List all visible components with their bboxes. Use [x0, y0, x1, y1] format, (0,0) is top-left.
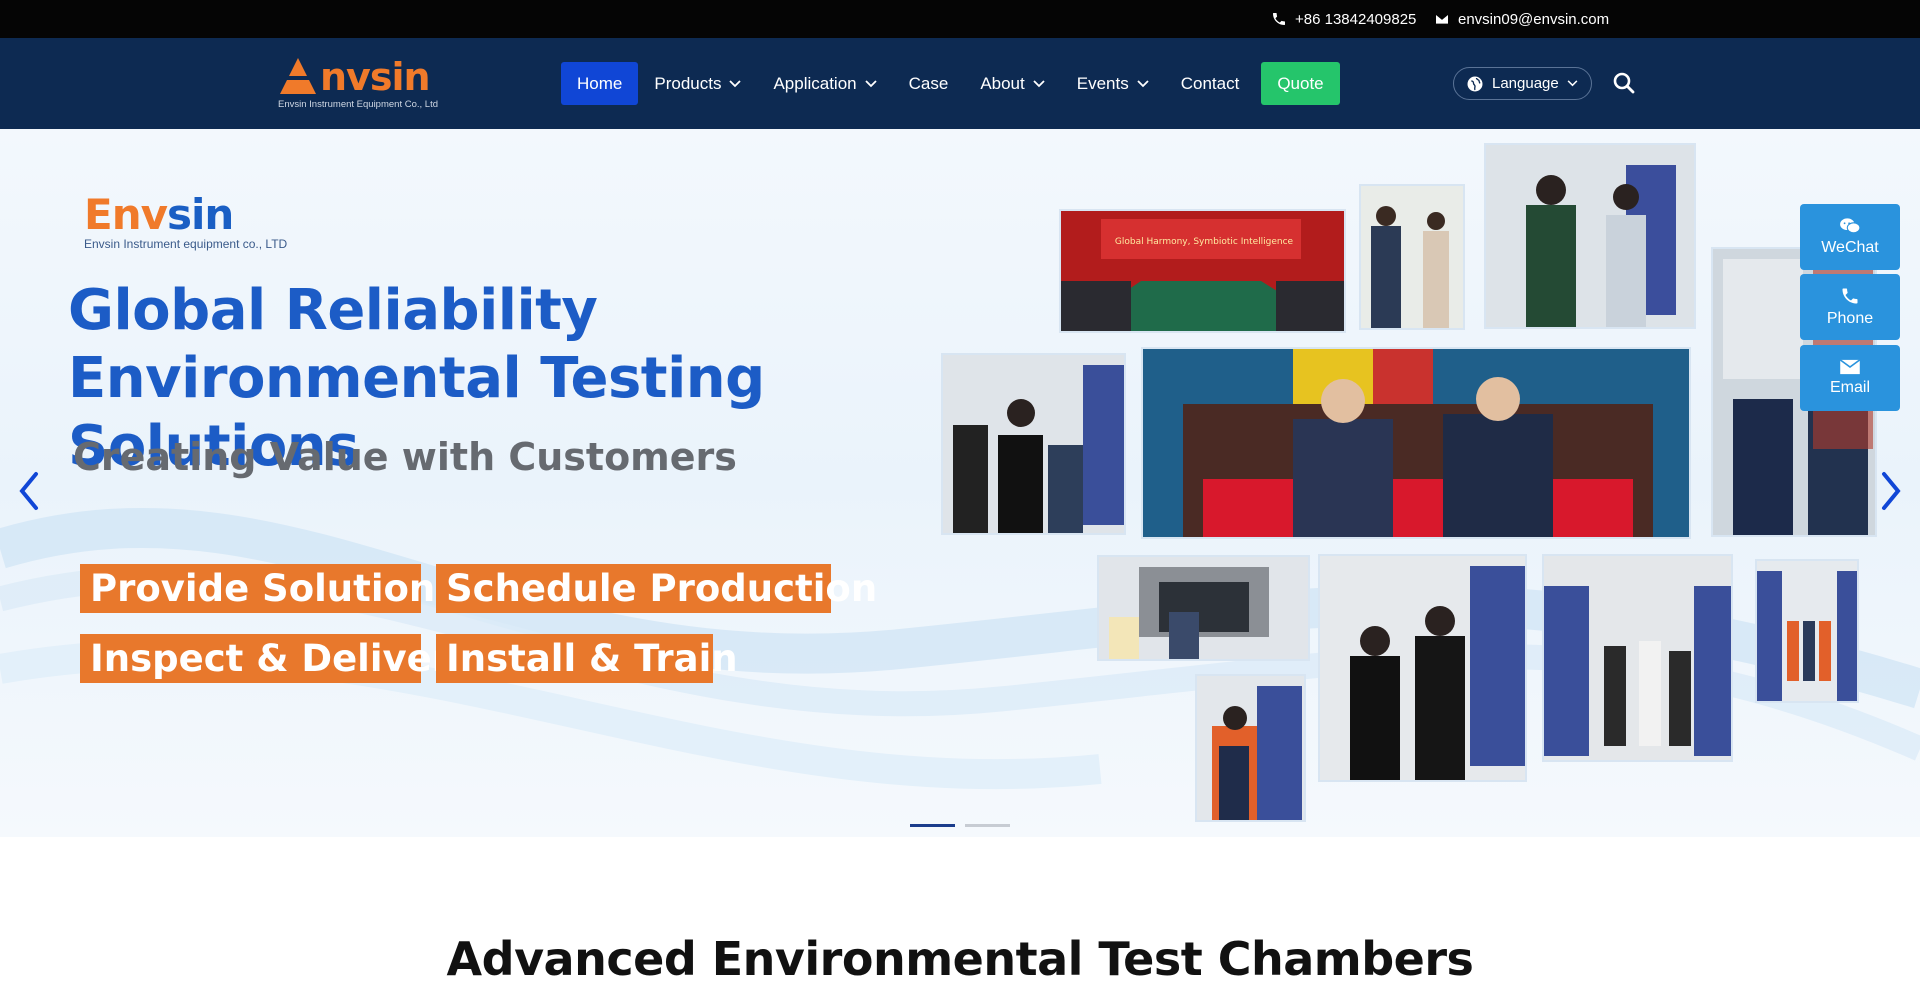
mail-icon — [1839, 359, 1861, 375]
wechat-label: WeChat — [1821, 239, 1879, 256]
topbar-phone-text: +86 13842409825 — [1295, 10, 1417, 28]
site-logo[interactable]: nvsin Envsin Instrument Equipment Co., L… — [276, 54, 446, 114]
photo-chamber-inspection — [1484, 143, 1696, 329]
language-label: Language — [1492, 75, 1559, 92]
language-selector[interactable]: Language — [1453, 67, 1592, 100]
wechat-icon — [1840, 218, 1861, 234]
chevron-down-icon — [729, 79, 742, 87]
nav-about-label: About — [980, 73, 1025, 93]
chevron-down-icon — [1033, 79, 1045, 87]
phone-icon — [1273, 13, 1285, 25]
nav-contact[interactable]: Contact — [1165, 62, 1256, 105]
top-contact-bar: +86 13842409825 envsin09@envsin.com — [0, 0, 1920, 38]
photo-meeting-room: Global Harmony, Symbiotic Intelligence — [1059, 209, 1346, 333]
globe-icon — [1467, 76, 1483, 91]
email-widget[interactable]: Email — [1800, 345, 1900, 411]
hero-subhead: Creating Value with Customers — [73, 435, 737, 479]
hero-logo-tagline: Envsin Instrument equipment co., LTD — [84, 237, 288, 251]
photo-factory-floor — [1542, 554, 1733, 762]
email-widget-label: Email — [1829, 379, 1870, 396]
topbar-email[interactable]: envsin09@envsin.com — [1434, 0, 1609, 38]
hero-logo-word-b: sin — [166, 190, 234, 239]
nav-case[interactable]: Case — [893, 62, 965, 105]
logo-wordmark: nvsin — [320, 55, 431, 99]
nav-events[interactable]: Events — [1061, 62, 1165, 105]
phone-widget[interactable]: Phone — [1800, 274, 1900, 340]
logo-tagline: Envsin Instrument Equipment Co., Ltd — [278, 99, 438, 110]
service-pill: Provide Solutions — [80, 564, 457, 613]
hero-carousel: Envsin Envsin Instrument equipment co., … — [0, 129, 1920, 837]
carousel-pagination — [910, 824, 1010, 827]
nav-quote-label: Quote — [1277, 73, 1324, 93]
wechat-widget[interactable]: WeChat — [1800, 204, 1900, 270]
carousel-next-arrow[interactable] — [1876, 466, 1906, 516]
chevron-down-icon — [864, 79, 877, 87]
hero-logo-word-a: Env — [84, 190, 168, 239]
section-title: Advanced Environmental Test Chambers — [446, 932, 1474, 986]
mail-icon — [1434, 13, 1450, 25]
photo-engineers — [941, 353, 1126, 535]
nav-about[interactable]: About — [964, 62, 1060, 105]
phone-icon — [1842, 288, 1858, 304]
carousel-prev-arrow[interactable] — [14, 466, 44, 516]
nav-products[interactable]: Products — [638, 62, 757, 105]
photo-team-lineup — [1755, 559, 1859, 703]
nav-application[interactable]: Application — [757, 62, 892, 105]
meeting-banner-text: Global Harmony, Symbiotic Intelligence — [1115, 237, 1294, 247]
carousel-dot-1[interactable] — [910, 824, 955, 827]
service-pill: Schedule Production — [436, 564, 877, 613]
logo-triangle-icon — [280, 58, 316, 94]
nav-application-label: Application — [773, 73, 857, 93]
phone-widget-label: Phone — [1826, 310, 1874, 327]
nav-quote-button[interactable]: Quote — [1261, 62, 1340, 105]
nav-home[interactable]: Home — [561, 62, 639, 105]
topbar-phone[interactable]: +86 13842409825 — [1271, 0, 1416, 38]
nav-contact-label: Contact — [1180, 73, 1240, 93]
photo-handshake — [1141, 347, 1691, 539]
main-navigation: nvsin Envsin Instrument Equipment Co., L… — [0, 38, 1920, 129]
service-pill: Install & Train — [436, 634, 738, 683]
photo-operator — [1318, 554, 1527, 782]
photo-visitors — [1359, 184, 1465, 330]
nav-events-label: Events — [1076, 73, 1129, 93]
nav-case-label: Case — [908, 73, 949, 93]
photo-technician — [1195, 674, 1306, 822]
nav-menu: Home Products Application Case About Eve… — [561, 62, 1340, 105]
chevron-down-icon — [1137, 79, 1149, 87]
carousel-dot-2[interactable] — [965, 824, 1010, 827]
service-pill: Inspect & Deliver — [80, 634, 450, 683]
photo-chamber-group — [1097, 555, 1310, 661]
hero-logo: Envsin Envsin Instrument equipment co., … — [84, 190, 288, 252]
nav-products-label: Products — [654, 73, 722, 93]
topbar-email-text: envsin09@envsin.com — [1458, 10, 1610, 28]
search-icon[interactable] — [1612, 71, 1636, 95]
chevron-down-icon — [1567, 80, 1578, 87]
nav-home-label: Home — [577, 73, 623, 93]
